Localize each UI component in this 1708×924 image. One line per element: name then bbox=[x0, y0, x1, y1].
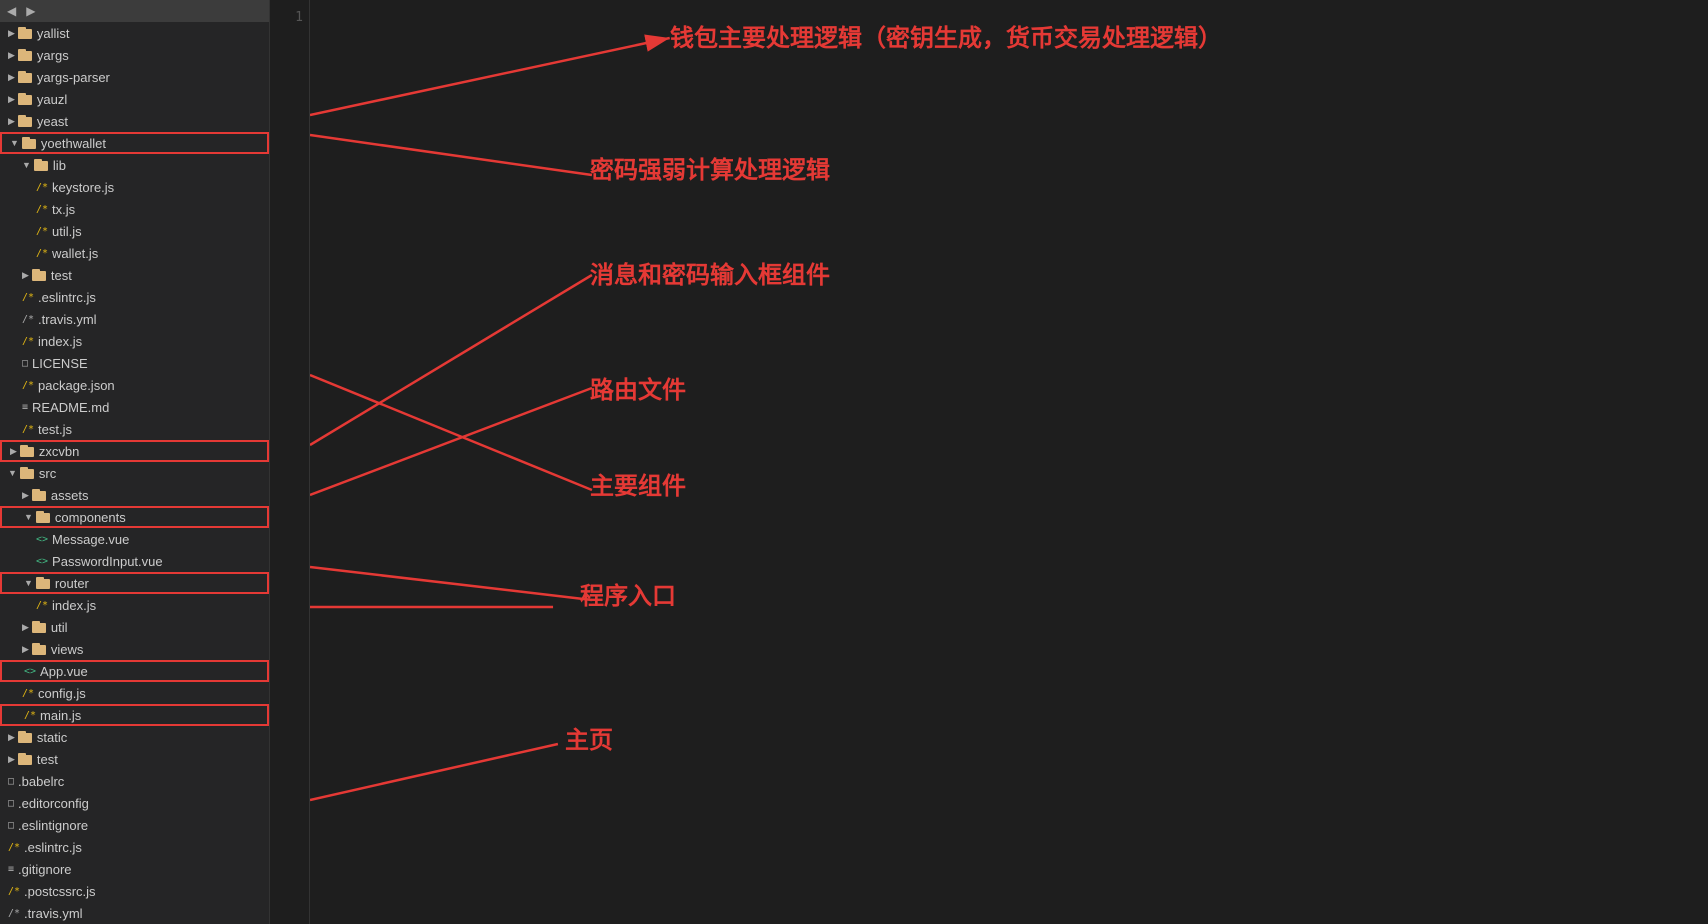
sidebar-item-app-vue[interactable]: <>App.vue bbox=[0, 660, 269, 682]
item-label: yoethwallet bbox=[41, 136, 106, 151]
item-label: util bbox=[51, 620, 68, 635]
editor-area: 1 bbox=[270, 0, 1708, 924]
navigation-arrows: ◀ ▶ bbox=[0, 0, 270, 22]
sidebar-item-src[interactable]: ▼ src bbox=[0, 462, 269, 484]
sidebar-item-tx-js[interactable]: /*tx.js bbox=[0, 198, 269, 220]
sidebar-item-util[interactable]: ▶ util bbox=[0, 616, 269, 638]
sidebar-item-eslintrc-js[interactable]: /*.eslintrc.js bbox=[0, 286, 269, 308]
item-label: App.vue bbox=[40, 664, 88, 679]
sidebar-item-wallet-js[interactable]: /*wallet.js bbox=[0, 242, 269, 264]
sidebar-item-keystore-js[interactable]: /*keystore.js bbox=[0, 176, 269, 198]
sidebar-item-config-js[interactable]: /*config.js bbox=[0, 682, 269, 704]
item-label: .eslintignore bbox=[18, 818, 88, 833]
item-label: test.js bbox=[38, 422, 72, 437]
sidebar-item-message-vue[interactable]: <>Message.vue bbox=[0, 528, 269, 550]
sidebar-item-assets[interactable]: ▶ assets bbox=[0, 484, 269, 506]
sidebar-item-passwordinput-vue[interactable]: <>PasswordInput.vue bbox=[0, 550, 269, 572]
item-label: yallist bbox=[37, 26, 70, 41]
item-label: yargs-parser bbox=[37, 70, 110, 85]
sidebar-item-yargs-parser[interactable]: ▶ yargs-parser bbox=[0, 66, 269, 88]
sidebar-item-lib[interactable]: ▼ lib bbox=[0, 154, 269, 176]
sidebar-item-travis-yml2[interactable]: /*.travis.yml bbox=[0, 902, 269, 924]
item-label: .eslintrc.js bbox=[38, 290, 96, 305]
editor-content: 钱包主要处理逻辑（密钥生成，货币交易处理逻辑） 密码强弱计算处理逻辑 消息和密码… bbox=[310, 0, 1708, 924]
sidebar-item-views[interactable]: ▶ views bbox=[0, 638, 269, 660]
annotation-label7: 主页 bbox=[565, 720, 613, 755]
back-arrow[interactable]: ◀ bbox=[4, 4, 19, 18]
sidebar-item-static[interactable]: ▶ static bbox=[0, 726, 269, 748]
item-label: lib bbox=[53, 158, 66, 173]
item-label: .eslintrc.js bbox=[24, 840, 82, 855]
sidebar-item-router-index-js[interactable]: /*index.js bbox=[0, 594, 269, 616]
item-label: keystore.js bbox=[52, 180, 114, 195]
sidebar-item-editorconfig[interactable]: □.editorconfig bbox=[0, 792, 269, 814]
item-label: .travis.yml bbox=[24, 906, 83, 921]
item-label: .postcssrc.js bbox=[24, 884, 96, 899]
item-label: yauzl bbox=[37, 92, 67, 107]
sidebar-item-readme-md[interactable]: ≡README.md bbox=[0, 396, 269, 418]
sidebar-item-test-js[interactable]: /*test.js bbox=[0, 418, 269, 440]
sidebar-item-package-json[interactable]: /*package.json bbox=[0, 374, 269, 396]
sidebar-item-babelrc[interactable]: □.babelrc bbox=[0, 770, 269, 792]
tree-container: ▶ yallist▶ yargs▶ yargs-parser▶ yauzl▶ y… bbox=[0, 22, 269, 924]
item-label: test bbox=[37, 752, 58, 767]
annotation-label1: 钱包主要处理逻辑（密钥生成，货币交易处理逻辑） bbox=[670, 18, 1222, 53]
item-label: components bbox=[55, 510, 126, 525]
item-label: views bbox=[51, 642, 84, 657]
item-label: .babelrc bbox=[18, 774, 64, 789]
sidebar-item-router[interactable]: ▼ router bbox=[0, 572, 269, 594]
sidebar-item-yauzl[interactable]: ▶ yauzl bbox=[0, 88, 269, 110]
sidebar-item-travis-yml[interactable]: /*.travis.yml bbox=[0, 308, 269, 330]
annotation-label5: 主要组件 bbox=[590, 466, 686, 501]
sidebar-item-test2[interactable]: ▶ test bbox=[0, 748, 269, 770]
item-label: zxcvbn bbox=[39, 444, 79, 459]
item-label: .travis.yml bbox=[38, 312, 97, 327]
sidebar-item-license[interactable]: □LICENSE bbox=[0, 352, 269, 374]
annotation-label4: 路由文件 bbox=[590, 370, 686, 405]
annotation-arrows-svg bbox=[310, 0, 1708, 924]
annotation-label2: 密码强弱计算处理逻辑 bbox=[590, 150, 830, 185]
sidebar-item-main-js[interactable]: /*main.js bbox=[0, 704, 269, 726]
sidebar-item-postcssrc-js[interactable]: /*.postcssrc.js bbox=[0, 880, 269, 902]
item-label: index.js bbox=[52, 598, 96, 613]
sidebar-item-yallist[interactable]: ▶ yallist bbox=[0, 22, 269, 44]
sidebar-item-yoethwallet[interactable]: ▼ yoethwallet bbox=[0, 132, 269, 154]
sidebar-item-gitignore[interactable]: ≡.gitignore bbox=[0, 858, 269, 880]
item-label: static bbox=[37, 730, 67, 745]
item-label: PasswordInput.vue bbox=[52, 554, 163, 569]
item-label: assets bbox=[51, 488, 89, 503]
file-tree-sidebar[interactable]: ◀ ▶ ▶ yallist▶ yargs▶ yargs-parser▶ yauz… bbox=[0, 0, 270, 924]
annotations-layer: 钱包主要处理逻辑（密钥生成，货币交易处理逻辑） 密码强弱计算处理逻辑 消息和密码… bbox=[310, 0, 1708, 924]
sidebar-item-eslintrc-js2[interactable]: /*.eslintrc.js bbox=[0, 836, 269, 858]
item-label: src bbox=[39, 466, 56, 481]
sidebar-item-index-js[interactable]: /*index.js bbox=[0, 330, 269, 352]
item-label: yeast bbox=[37, 114, 68, 129]
sidebar-item-yargs[interactable]: ▶ yargs bbox=[0, 44, 269, 66]
item-label: test bbox=[51, 268, 72, 283]
sidebar-item-zxcvbn[interactable]: ▶ zxcvbn bbox=[0, 440, 269, 462]
item-label: config.js bbox=[38, 686, 86, 701]
item-label: util.js bbox=[52, 224, 82, 239]
item-label: .editorconfig bbox=[18, 796, 89, 811]
forward-arrow[interactable]: ▶ bbox=[23, 4, 38, 18]
item-label: index.js bbox=[38, 334, 82, 349]
line-numbers: 1 bbox=[270, 0, 310, 924]
sidebar-item-components[interactable]: ▼ components bbox=[0, 506, 269, 528]
annotation-label6: 程序入口 bbox=[580, 576, 676, 611]
item-label: README.md bbox=[32, 400, 109, 415]
item-label: package.json bbox=[38, 378, 115, 393]
sidebar-item-util-js[interactable]: /*util.js bbox=[0, 220, 269, 242]
item-label: router bbox=[55, 576, 89, 591]
item-label: .gitignore bbox=[18, 862, 71, 877]
item-label: LICENSE bbox=[32, 356, 88, 371]
sidebar-item-test[interactable]: ▶ test bbox=[0, 264, 269, 286]
annotation-label3: 消息和密码输入框组件 bbox=[590, 255, 830, 290]
item-label: Message.vue bbox=[52, 532, 129, 547]
item-label: wallet.js bbox=[52, 246, 98, 261]
sidebar-item-yeast[interactable]: ▶ yeast bbox=[0, 110, 269, 132]
item-label: main.js bbox=[40, 708, 81, 723]
sidebar-item-eslintignore[interactable]: □.eslintignore bbox=[0, 814, 269, 836]
item-label: yargs bbox=[37, 48, 69, 63]
item-label: tx.js bbox=[52, 202, 75, 217]
